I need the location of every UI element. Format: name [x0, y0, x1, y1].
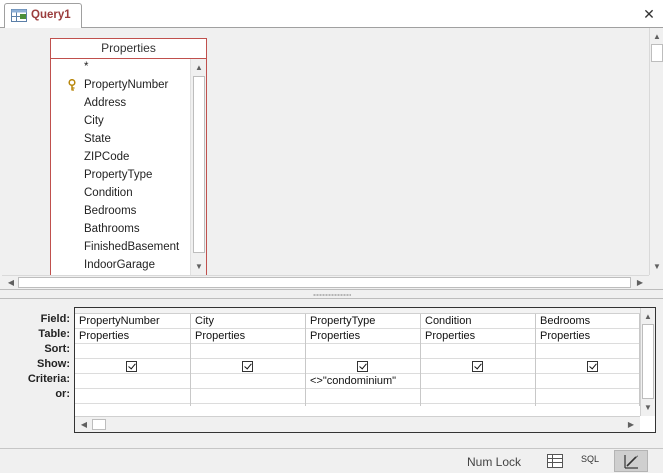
status-bar: Num Lock SQL [0, 448, 663, 473]
row-label-criteria: Criteria: [27, 373, 70, 385]
query-design-grid: PropertyNumber Properties City Propertie… [74, 307, 656, 433]
field-cell[interactable]: PropertyType [306, 314, 420, 329]
field-bedrooms[interactable]: Bedrooms [84, 205, 136, 217]
sort-cell[interactable] [536, 344, 639, 359]
scrollbar-thumb[interactable] [18, 277, 631, 288]
show-cell [421, 359, 535, 374]
scroll-right-arrow-icon[interactable]: ▶ [624, 418, 638, 432]
field-indoorgarage[interactable]: IndoorGarage [84, 259, 155, 271]
scrollbar-thumb[interactable] [193, 76, 205, 253]
design-pane-vertical-scrollbar[interactable]: ▲ ▼ [649, 28, 663, 275]
field-condition[interactable]: Condition [84, 187, 133, 199]
row-label-or: or: [55, 388, 70, 400]
field-zipcode[interactable]: ZIPCode [84, 151, 129, 163]
row-label-table: Table: [38, 328, 70, 340]
table-cell[interactable]: Properties [75, 329, 190, 344]
criteria-cell[interactable]: <>"condominium" [306, 374, 420, 389]
document-tab-bar: Query1 ✕ [0, 0, 663, 29]
grid-horizontal-scrollbar[interactable]: ◀ ▶ [75, 416, 640, 432]
field-state[interactable]: State [84, 133, 111, 145]
show-checkbox[interactable] [587, 361, 598, 372]
field-propertytype[interactable]: PropertyType [84, 169, 152, 181]
grid-column-4: Condition Properties [421, 314, 536, 406]
field-list: * PropertyNumber Address City State ZIPC… [51, 59, 190, 277]
design-view-icon [624, 455, 638, 469]
table-cell[interactable]: Properties [191, 329, 305, 344]
show-checkbox[interactable] [242, 361, 253, 372]
sort-cell[interactable] [421, 344, 535, 359]
scroll-up-arrow-icon[interactable]: ▲ [192, 61, 206, 75]
design-pane-horizontal-scrollbar[interactable]: ◀ ▶ [2, 275, 649, 289]
grid-column-3: PropertyType Properties <>"condominium" [306, 314, 421, 406]
field-all[interactable]: * [84, 61, 88, 73]
grid-vertical-scrollbar[interactable]: ▲ ▼ [640, 308, 655, 416]
design-view-button[interactable] [614, 450, 648, 472]
or-cell[interactable] [536, 389, 639, 404]
scroll-down-arrow-icon[interactable]: ▼ [641, 401, 655, 415]
table-cell[interactable]: Properties [536, 329, 639, 344]
field-bathrooms[interactable]: Bathrooms [84, 223, 140, 235]
criteria-cell[interactable] [536, 374, 639, 389]
or-cell[interactable] [306, 389, 420, 404]
criteria-cell[interactable] [75, 374, 190, 389]
field-cell[interactable]: City [191, 314, 305, 329]
scroll-down-arrow-icon[interactable]: ▼ [192, 260, 206, 274]
show-checkbox[interactable] [472, 361, 483, 372]
scrollbar-thumb[interactable] [642, 324, 654, 399]
num-lock-indicator: Num Lock [467, 455, 522, 469]
scroll-right-arrow-icon[interactable]: ▶ [633, 276, 647, 290]
show-checkbox[interactable] [357, 361, 368, 372]
field-list-scrollbar[interactable]: ▲ ▼ [190, 59, 206, 277]
field-city[interactable]: City [84, 115, 104, 127]
close-icon[interactable]: ✕ [641, 6, 657, 22]
show-checkbox[interactable] [126, 361, 137, 372]
properties-table-field-list[interactable]: Properties * PropertyNumber Address City… [50, 38, 207, 278]
show-cell [536, 359, 639, 374]
field-propertynumber[interactable]: PropertyNumber [84, 79, 168, 91]
design-grid-row-labels: Field: Table: Sort: Show: Criteria: or: [0, 310, 74, 420]
row-label-sort: Sort: [44, 343, 70, 355]
sort-cell[interactable] [75, 344, 190, 359]
scroll-left-arrow-icon[interactable]: ◀ [77, 418, 91, 432]
sort-cell[interactable] [306, 344, 420, 359]
scrollbar-thumb[interactable] [92, 419, 106, 430]
splitter-grip-icon[interactable] [313, 294, 351, 296]
field-cell[interactable]: Condition [421, 314, 535, 329]
scroll-down-arrow-icon[interactable]: ▼ [650, 260, 663, 274]
scroll-left-arrow-icon[interactable]: ◀ [4, 276, 18, 290]
show-cell [191, 359, 305, 374]
primary-key-icon [68, 79, 76, 91]
grid-column-5: Bedrooms Properties [536, 314, 640, 406]
tab-label: Query1 [31, 9, 71, 21]
query-icon [11, 9, 27, 22]
row-label-field: Field: [40, 313, 70, 325]
scrollbar-thumb[interactable] [651, 44, 663, 62]
table-cell[interactable]: Properties [421, 329, 535, 344]
grid-column-1: PropertyNumber Properties [75, 314, 191, 406]
criteria-cell[interactable] [191, 374, 305, 389]
scroll-up-arrow-icon[interactable]: ▲ [650, 30, 663, 44]
table-cell[interactable]: Properties [306, 329, 420, 344]
field-cell[interactable]: Bedrooms [536, 314, 639, 329]
or-cell[interactable] [421, 389, 535, 404]
criteria-cell[interactable] [421, 374, 535, 389]
grid-column-2: City Properties [191, 314, 306, 406]
field-address[interactable]: Address [84, 97, 126, 109]
show-cell [75, 359, 190, 374]
row-label-show: Show: [37, 358, 70, 370]
sort-cell[interactable] [191, 344, 305, 359]
field-cell[interactable]: PropertyNumber [75, 314, 190, 329]
tab-query1[interactable]: Query1 [4, 3, 82, 29]
pane-splitter[interactable] [0, 289, 663, 299]
or-cell[interactable] [191, 389, 305, 404]
field-finishedbasement[interactable]: FinishedBasement [84, 241, 179, 253]
scroll-up-arrow-icon[interactable]: ▲ [641, 310, 655, 324]
table-title[interactable]: Properties [51, 39, 206, 59]
sql-view-button[interactable]: SQL [581, 454, 599, 464]
show-cell [306, 359, 420, 374]
datasheet-view-icon[interactable] [544, 452, 566, 470]
or-cell[interactable] [75, 389, 190, 404]
